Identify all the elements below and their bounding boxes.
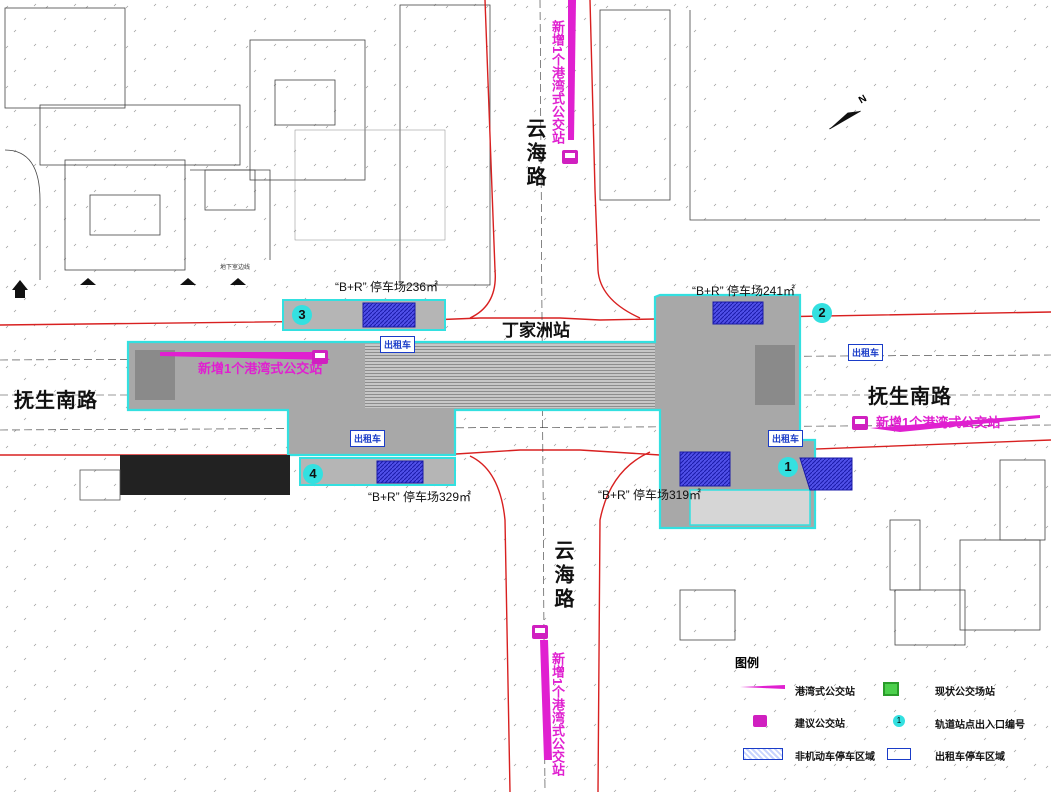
bus-stop-label-north: 新增1个港湾式公交站 — [550, 20, 565, 145]
parking-label-4: “B+R” 停车场329㎡ — [368, 490, 472, 504]
legend-item-bike-parking: 非机动车停车区域 — [795, 752, 875, 763]
bike-parking-hatch — [743, 748, 783, 760]
bay-bus-stop-line — [740, 685, 785, 689]
bike-parking-4 — [376, 460, 424, 484]
station-name: 丁家洲站 — [502, 321, 570, 340]
taxi-area-icon — [887, 748, 911, 760]
entrance-1: 1 — [778, 457, 798, 477]
proposed-bus-icon — [753, 715, 767, 727]
road-label-west: 抚生南路 — [14, 390, 98, 412]
bike-parking-3 — [362, 302, 416, 328]
proposed-bus-icon — [852, 416, 868, 430]
legend-item-bay-bus: 港湾式公交站 — [795, 687, 855, 698]
parking-label-3: “B+R” 停车场236㎡ — [335, 280, 439, 294]
entrance-number-icon: 1 — [893, 715, 905, 727]
existing-bus-icon — [883, 682, 899, 696]
proposed-bus-icon — [312, 350, 328, 364]
bus-stop-label-west: 新增1个港湾式公交站 — [198, 361, 323, 376]
proposed-bus-icon — [562, 150, 578, 164]
bus-stop-label-east: 新增1个港湾式公交站 — [876, 415, 1001, 430]
dark-building — [120, 455, 290, 495]
road-label-east: 抚生南路 — [868, 386, 952, 408]
parking-label-1: “B+R” 停车场319㎡ — [598, 488, 702, 502]
legend-item-existing-bus: 现状公交场站 — [935, 687, 995, 698]
parking-label-2: “B+R” 停车场241㎡ — [692, 284, 796, 298]
road-label-south: 云海路 — [551, 540, 573, 612]
bus-stop-label-south: 新增1个港湾式公交站 — [550, 652, 565, 777]
taxi-label-4: 出租车 — [768, 430, 804, 447]
road-label-north: 云海路 — [523, 118, 545, 190]
bike-parking-1 — [679, 451, 731, 487]
taxi-label-2: 出租车 — [350, 430, 386, 447]
bike-parking-2 — [712, 301, 764, 325]
legend-item-taxi: 出租车停车区域 — [935, 752, 1005, 763]
taxi-label-1: 出租车 — [380, 336, 416, 353]
entrance-3: 3 — [292, 305, 312, 325]
entrance-4: 4 — [303, 464, 323, 484]
entrance-2: 2 — [812, 303, 832, 323]
legend-title: 图例 — [735, 656, 760, 670]
legend-item-entrance: 轨道站点出入口编号 — [935, 720, 1025, 731]
legend: 图例 港湾式公交站 现状公交场站 建议公交站 1 轨道站点出入口编号 非机动车停… — [735, 652, 1035, 782]
underground-line-label: 地下室边线 — [220, 265, 251, 271]
legend-item-proposed-bus: 建议公交站 — [795, 719, 845, 730]
taxi-label-3: 出租车 — [848, 344, 884, 361]
proposed-bus-icon — [532, 625, 548, 639]
